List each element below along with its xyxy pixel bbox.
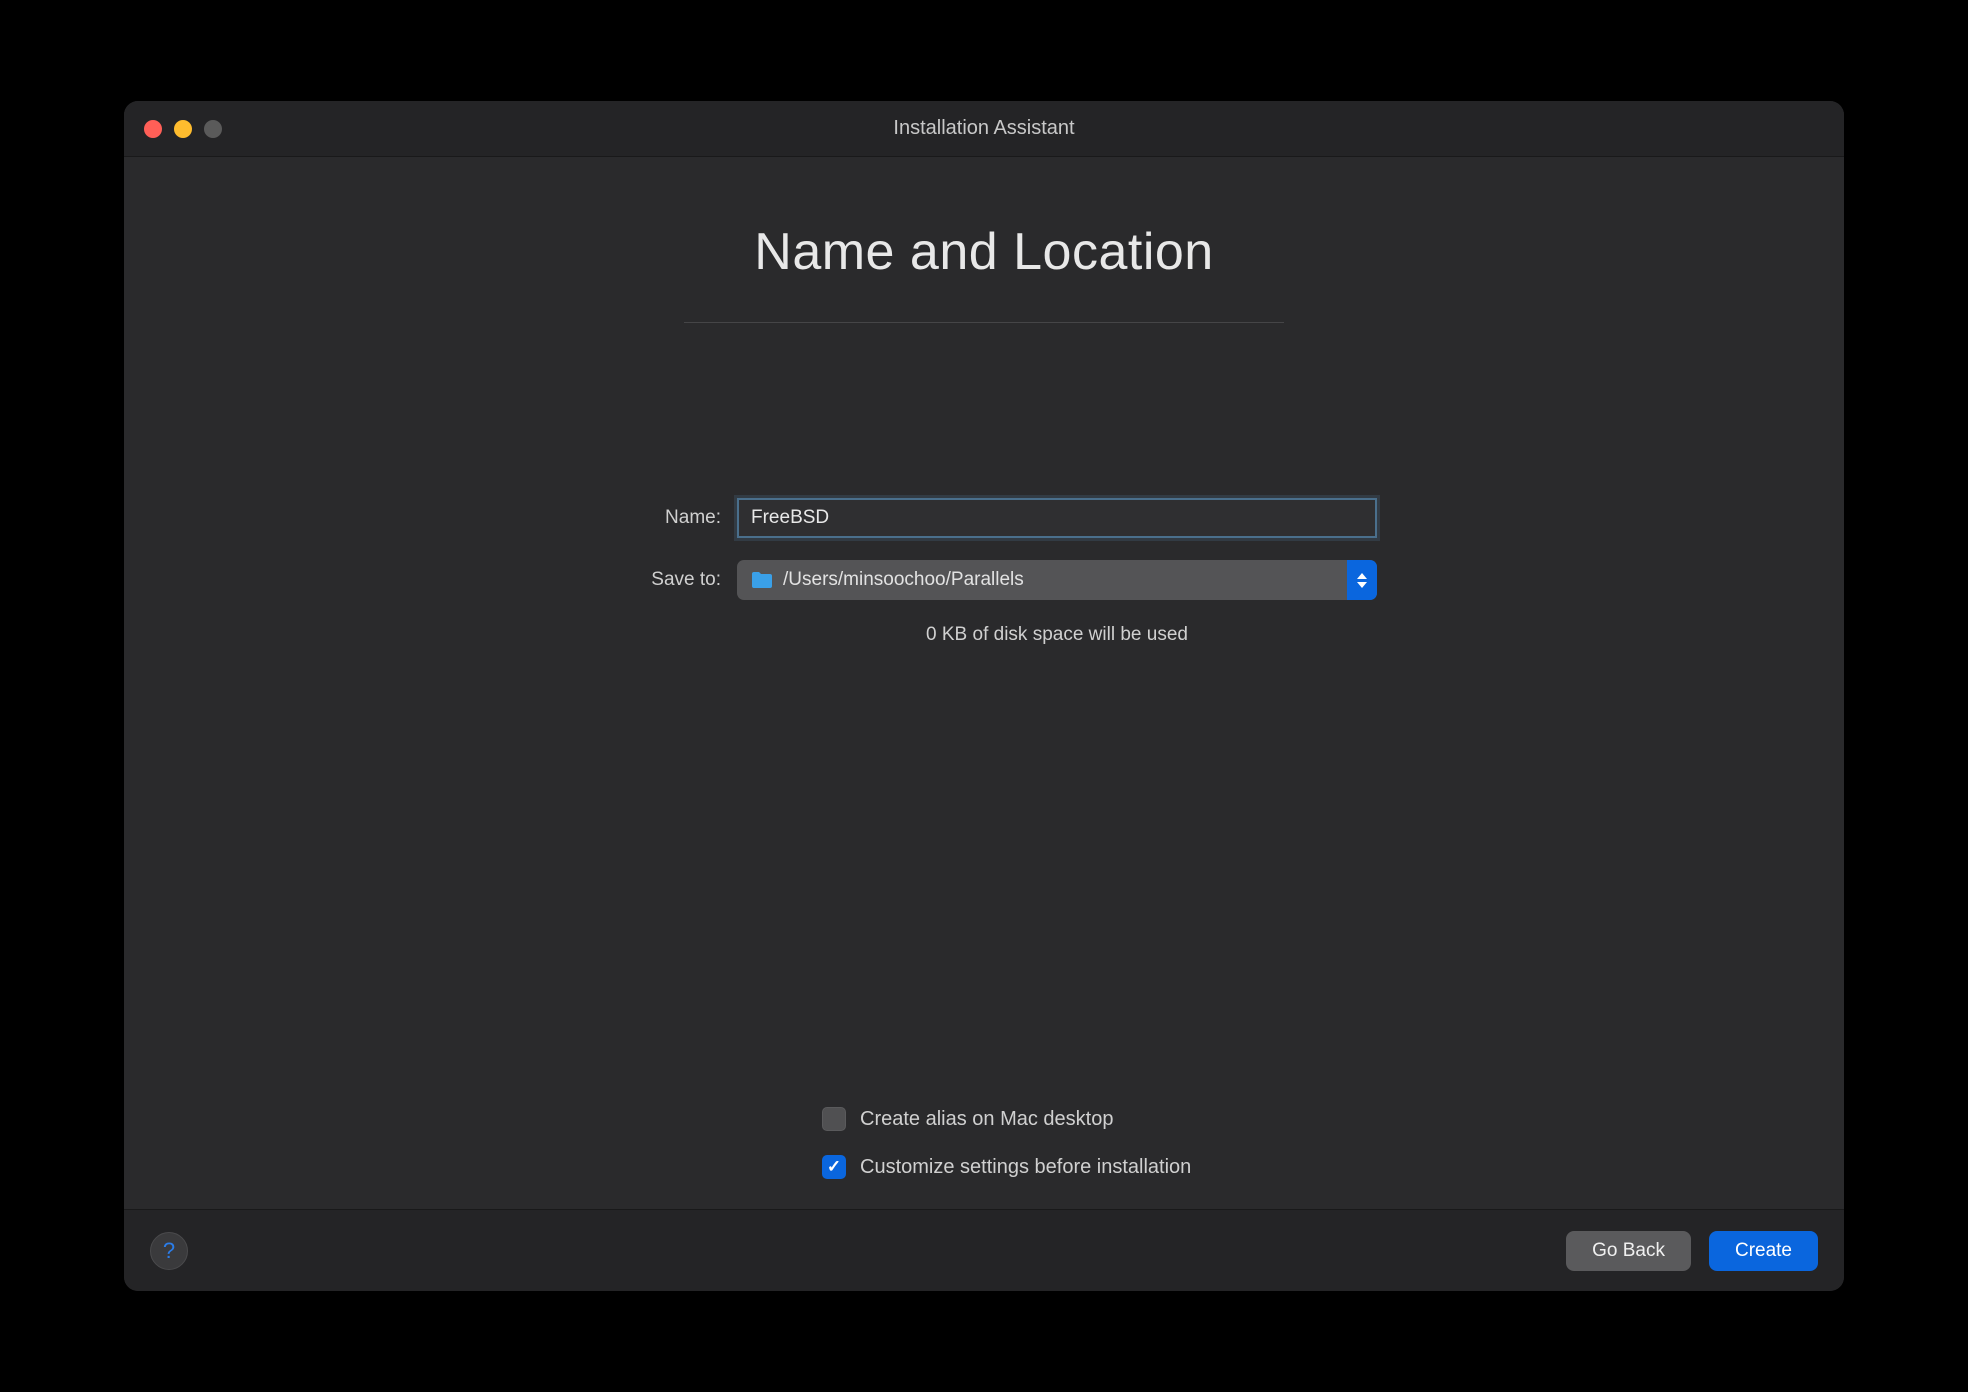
check-icon: ✓ [827,1157,841,1177]
alias-label: Create alias on Mac desktop [860,1108,1113,1131]
customize-option-row: ✓ Customize settings before installation [822,1155,1191,1179]
create-button[interactable]: Create [1709,1231,1818,1271]
name-label: Name: [591,507,721,529]
alias-checkbox[interactable] [822,1107,846,1131]
saveto-row: Save to: /Users/minsoochoo/Parallels [591,560,1377,600]
dropdown-arrows-icon [1347,560,1377,600]
titlebar: Installation Assistant [124,101,1844,157]
help-button[interactable]: ? [150,1232,188,1270]
page-title: Name and Location [754,222,1213,282]
saveto-path: /Users/minsoochoo/Parallels [783,569,1347,591]
name-row: Name: [591,498,1377,538]
window-title: Installation Assistant [124,117,1844,140]
folder-icon [751,571,773,589]
help-icon: ? [163,1238,175,1264]
alias-option-row: Create alias on Mac desktop [822,1107,1191,1131]
form: Name: Save to: /Users/minsoochoo/Paralle… [591,498,1377,600]
customize-label: Customize settings before installation [860,1156,1191,1179]
close-window-button[interactable] [144,120,162,138]
minimize-window-button[interactable] [174,120,192,138]
content-area: Name and Location Name: Save to: /Users/… [124,157,1844,1209]
installation-assistant-window: Installation Assistant Name and Location… [124,101,1844,1291]
footer: ? Go Back Create [124,1209,1844,1291]
options: Create alias on Mac desktop ✓ Customize … [822,1107,1191,1179]
zoom-window-button-disabled [204,120,222,138]
name-input[interactable] [737,498,1377,538]
window-controls [144,120,222,138]
go-back-button[interactable]: Go Back [1566,1231,1691,1271]
divider [684,322,1284,323]
disk-usage-info: 0 KB of disk space will be used [926,624,1188,646]
saveto-dropdown[interactable]: /Users/minsoochoo/Parallels [737,560,1377,600]
customize-checkbox[interactable]: ✓ [822,1155,846,1179]
saveto-label: Save to: [591,569,721,591]
